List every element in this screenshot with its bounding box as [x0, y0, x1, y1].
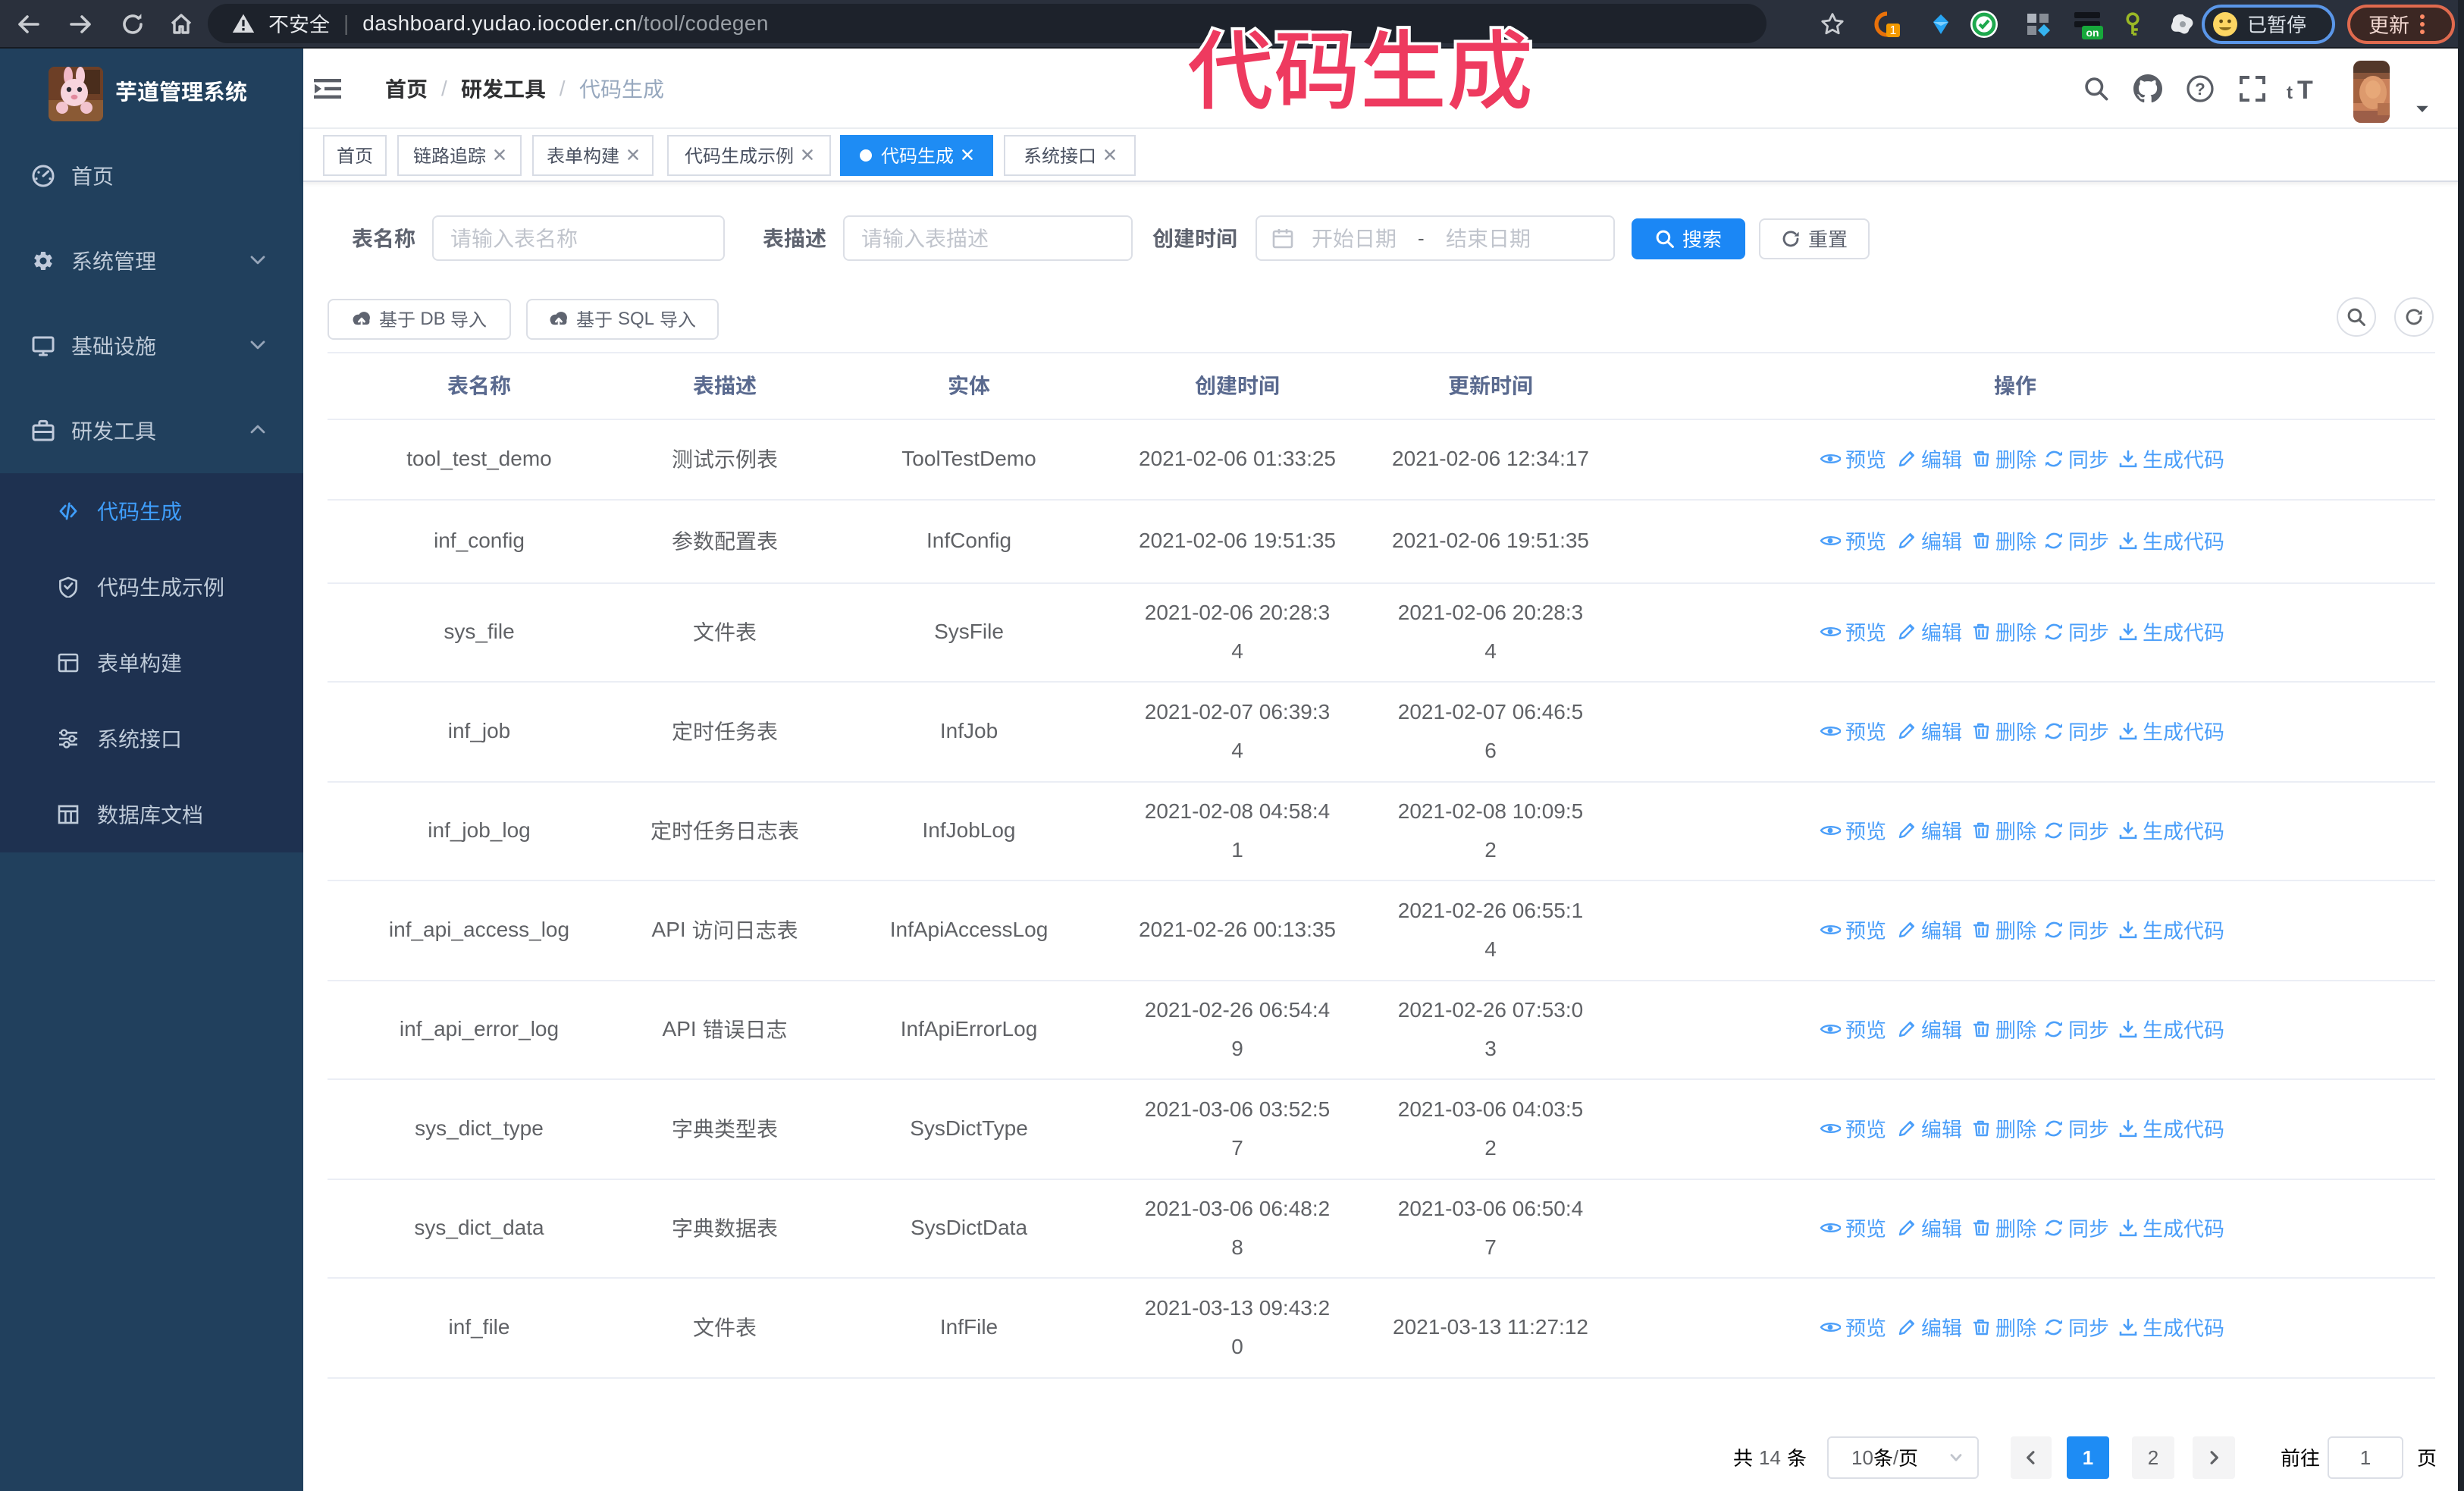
- svg-text:on: on: [2086, 27, 2099, 39]
- svg-text:?: ?: [2195, 80, 2205, 99]
- svg-text:t: t: [2287, 83, 2293, 102]
- svg-text:T: T: [2297, 76, 2313, 102]
- svg-text:1: 1: [1890, 24, 1897, 37]
